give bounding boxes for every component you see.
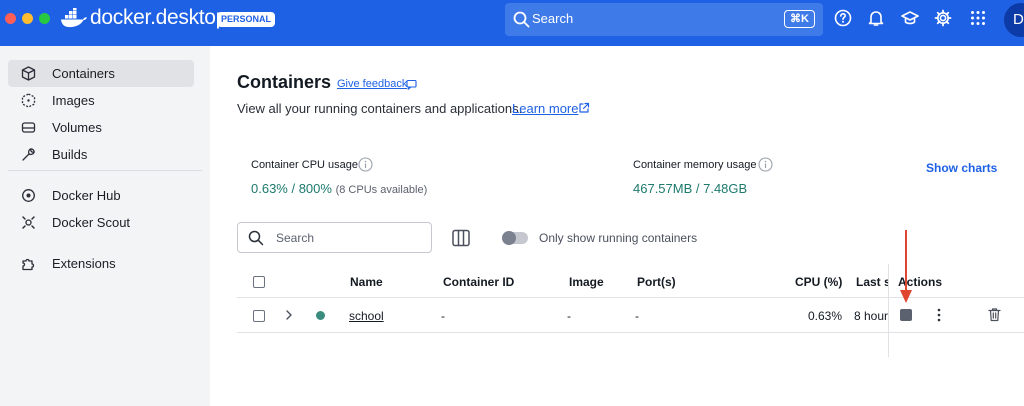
column-header-container-id[interactable]: Container ID bbox=[443, 275, 514, 289]
sidebar-item-label: Docker Scout bbox=[52, 215, 131, 230]
search-icon bbox=[248, 230, 264, 246]
sidebar-item-images[interactable]: Images bbox=[8, 87, 194, 114]
cpu-cell: 0.63% bbox=[808, 309, 843, 323]
search-shortcut-badge: ⌘K bbox=[784, 10, 815, 28]
table-row-divider bbox=[237, 332, 1024, 333]
info-icon[interactable] bbox=[758, 157, 773, 172]
cpu-usage-label: Container CPU usage bbox=[251, 159, 359, 171]
column-header-last-started[interactable]: Last s bbox=[856, 275, 888, 289]
running-status-dot bbox=[316, 311, 325, 320]
sidebar-item-label: Builds bbox=[52, 147, 88, 162]
puzzle-icon bbox=[22, 258, 35, 271]
show-charts-button[interactable]: Show charts bbox=[926, 161, 997, 175]
learn-icon[interactable] bbox=[901, 9, 919, 27]
settings-icon[interactable] bbox=[934, 9, 952, 27]
select-all-checkbox[interactable] bbox=[253, 276, 265, 288]
wrench-icon bbox=[22, 148, 35, 161]
grid-apps-icon[interactable] bbox=[969, 9, 987, 27]
plan-badge: PERSONAL bbox=[217, 12, 276, 27]
window-zoom-button[interactable] bbox=[39, 13, 50, 24]
columns-icon[interactable] bbox=[451, 228, 471, 248]
column-header-cpu[interactable]: CPU (%) bbox=[795, 275, 842, 289]
delete-icon[interactable] bbox=[988, 307, 1001, 322]
ports-cell: - bbox=[635, 309, 639, 323]
search-icon bbox=[513, 11, 530, 28]
hub-icon bbox=[22, 189, 35, 202]
memory-usage-label: Container memory usage bbox=[633, 159, 757, 171]
window-minimize-button[interactable] bbox=[22, 13, 33, 24]
bell-icon[interactable] bbox=[867, 9, 885, 27]
sidebar-item-volumes[interactable]: Volumes bbox=[8, 114, 194, 141]
toggle-knob bbox=[502, 231, 516, 245]
container-name-link[interactable]: school bbox=[349, 309, 384, 323]
actions-column-divider bbox=[888, 264, 889, 357]
page-title: Containers bbox=[237, 72, 332, 92]
container-search[interactable] bbox=[237, 222, 432, 253]
container-search-input[interactable] bbox=[276, 229, 426, 247]
window-close-button[interactable] bbox=[5, 13, 16, 24]
sidebar: Containers Images Volumes Builds Docker … bbox=[0, 46, 210, 406]
sidebar-item-label: Extensions bbox=[52, 256, 116, 271]
annotation-arrow-icon bbox=[900, 230, 912, 303]
global-search[interactable]: Search ⌘K bbox=[505, 3, 823, 36]
learn-more-link[interactable]: Learn more bbox=[512, 101, 578, 116]
cpu-usage-value: 0.63% / 800% (8 CPUs available) bbox=[251, 181, 427, 196]
give-feedback-link[interactable]: Give feedback bbox=[337, 78, 407, 90]
docker-whale-icon bbox=[61, 8, 87, 28]
more-options-icon[interactable] bbox=[934, 307, 944, 323]
sidebar-item-containers[interactable]: Containers bbox=[8, 60, 194, 87]
sidebar-divider bbox=[8, 170, 202, 171]
cpu-usage-amount: 0.63% / 800% bbox=[251, 181, 332, 196]
info-icon[interactable] bbox=[358, 157, 373, 172]
scout-icon bbox=[22, 216, 35, 229]
sidebar-item-label: Containers bbox=[52, 66, 115, 81]
feedback-icon bbox=[406, 79, 417, 90]
sidebar-item-label: Images bbox=[52, 93, 95, 108]
external-link-icon bbox=[579, 102, 590, 113]
chevron-right-icon[interactable] bbox=[284, 309, 294, 321]
column-header-ports[interactable]: Port(s) bbox=[637, 275, 676, 289]
row-checkbox[interactable] bbox=[253, 310, 265, 322]
column-header-name[interactable]: Name bbox=[350, 275, 383, 289]
help-icon[interactable] bbox=[834, 9, 852, 27]
sidebar-item-extensions[interactable]: Extensions bbox=[8, 250, 194, 277]
container-id-cell: - bbox=[441, 309, 445, 323]
column-header-image[interactable]: Image bbox=[569, 275, 604, 289]
images-icon bbox=[21, 93, 36, 108]
sidebar-item-label: Docker Hub bbox=[52, 188, 121, 203]
sidebar-item-docker-scout[interactable]: Docker Scout bbox=[8, 209, 194, 236]
stop-button[interactable] bbox=[900, 309, 912, 321]
sidebar-item-builds[interactable]: Builds bbox=[8, 141, 194, 168]
running-only-label: Only show running containers bbox=[539, 231, 698, 245]
cube-icon bbox=[21, 66, 36, 81]
cpu-count-note: (8 CPUs available) bbox=[335, 184, 428, 196]
sidebar-item-label: Volumes bbox=[52, 120, 102, 135]
user-avatar[interactable]: D bbox=[1004, 3, 1024, 37]
title-bar: docker.desktop PERSONAL Search ⌘K D bbox=[0, 0, 1024, 46]
sidebar-item-docker-hub[interactable]: Docker Hub bbox=[8, 182, 194, 209]
last-started-cell: 8 hour bbox=[854, 309, 888, 323]
image-cell: - bbox=[567, 309, 571, 323]
brand-wordmark: docker.desktop bbox=[90, 6, 228, 29]
volumes-icon bbox=[21, 122, 36, 133]
running-only-toggle[interactable] bbox=[502, 231, 528, 245]
page-subtitle: View all your running containers and app… bbox=[237, 101, 523, 116]
global-search-placeholder: Search bbox=[532, 11, 574, 26]
main-content: Containers Give feedback View all your r… bbox=[210, 46, 1024, 406]
memory-usage-value: 467.57MB / 7.48GB bbox=[633, 181, 748, 196]
